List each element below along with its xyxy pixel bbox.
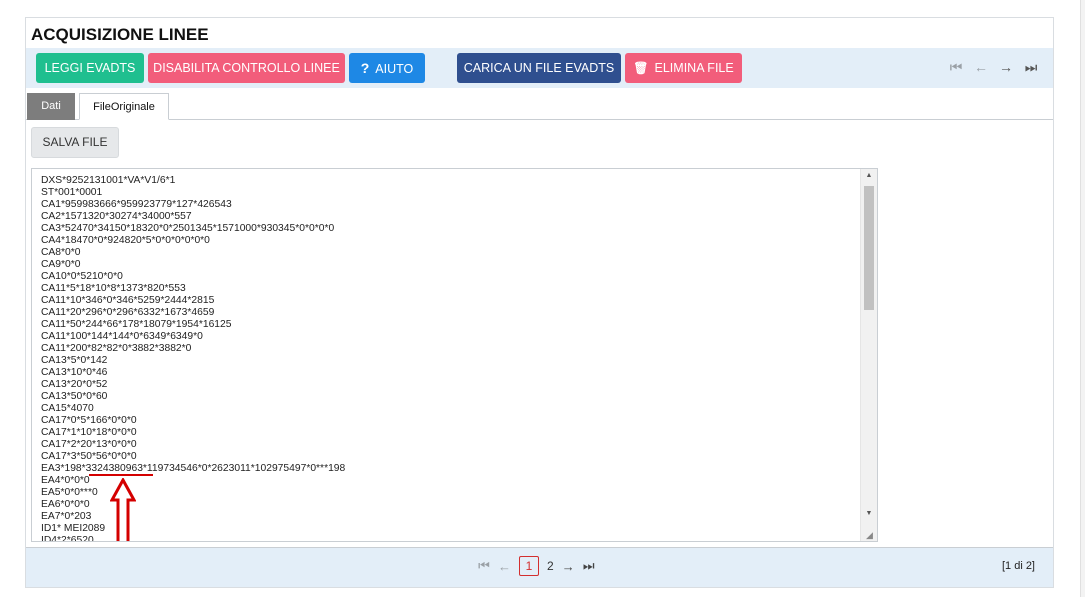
page-title: ACQUISIZIONE LINEE (31, 25, 209, 44)
file-line: EA6*0*0*0 (41, 499, 90, 510)
leggi-evadts-button[interactable]: LEGGI EVADTS (36, 53, 144, 83)
file-line: CA11*100*144*144*0*6349*6349*0 (41, 331, 203, 342)
file-line: CA2*1571320*30274*34000*557 (41, 211, 192, 222)
next-page-icon[interactable]: → (562, 559, 575, 574)
file-line: DXS*9252131001*VA*V1/6*1 (41, 175, 176, 186)
arrow-left-icon[interactable]: ← (973, 59, 989, 76)
scroll-down-icon[interactable]: ▼ (861, 507, 877, 521)
file-line: CA10*0*5210*0*0 (41, 271, 123, 282)
first-page-icon[interactable]: ⏮︎ (948, 59, 964, 76)
file-line: CA17*3*50*56*0*0*0 (41, 451, 137, 462)
leggi-evadts-label: LEGGI EVADTS (44, 61, 136, 75)
page-current[interactable]: 1 (519, 556, 539, 576)
pagination-footer: ⏮︎ ← 1 2 → ⏭︎ [1 di 2] (26, 547, 1053, 587)
annotation-arrow-icon (110, 478, 136, 541)
file-line: CA13*10*0*46 (41, 367, 108, 378)
last-page-icon[interactable]: ⏭︎ (583, 558, 595, 574)
file-line: ID1* MEI2089 (41, 523, 106, 534)
first-page-icon[interactable]: ⏮︎ (478, 558, 490, 574)
help-icon: ? (360, 60, 370, 76)
toolbar: LEGGI EVADTS DISABILITA CONTROLLO LINEE … (26, 48, 1053, 88)
annotation-underline (89, 474, 153, 476)
pager: ⏮︎ ← 1 2 → ⏭︎ (478, 556, 595, 576)
carica-label: CARICA UN FILE EVADTS (463, 61, 615, 75)
prev-page-icon[interactable]: ← (498, 559, 511, 574)
arrow-right-icon[interactable]: → (998, 59, 1014, 76)
file-line: ST*001*0001 (41, 187, 103, 198)
file-line: CA17*1*10*18*0*0*0 (41, 427, 137, 438)
file-line: CA13*5*0*142 (41, 355, 108, 366)
scroll-up-icon[interactable]: ▲ (861, 169, 877, 183)
acquisizione-linee-panel: ACQUISIZIONE LINEE LEGGI EVADTS DISABILI… (25, 17, 1054, 588)
trash-icon: 🗑 (633, 61, 649, 75)
vertical-scrollbar[interactable]: ▲ ▼ (860, 169, 877, 541)
aiuto-label: AIUTO (375, 62, 414, 76)
file-line: CA11*200*82*82*0*3882*3882*0 (41, 343, 192, 354)
file-line: CA15*4070 (41, 403, 94, 414)
file-line: CA17*2*20*13*0*0*0 (41, 439, 137, 450)
last-page-icon[interactable]: ⏭︎ (1023, 59, 1039, 76)
file-line: CA11*5*18*10*8*1373*820*553 (41, 283, 186, 294)
page-info: [1 di 2] (1001, 560, 1035, 572)
file-line: CA13*20*0*52 (41, 379, 108, 390)
file-line: CA8*0*0 (41, 247, 81, 258)
elimina-label: ELIMINA FILE (654, 61, 734, 75)
page-2-link[interactable]: 2 (547, 559, 554, 573)
file-line: EA3*198*3324380963*119734546*0*2623011*1… (41, 463, 346, 474)
disabilita-controllo-linee-button[interactable]: DISABILITA CONTROLLO LINEE (148, 53, 345, 83)
file-line: ID4*2*6520 (41, 535, 94, 542)
file-lines: DXS*9252131001*VA*V1/6*1 ST*001*0001 CA1*9… (41, 175, 346, 542)
carica-file-evadts-button[interactable]: CARICA UN FILE EVADTS (457, 53, 621, 83)
disabilita-label: DISABILITA CONTROLLO LINEE (153, 61, 340, 75)
aiuto-button[interactable]: ? AIUTO (349, 53, 425, 83)
file-content-textarea[interactable]: DXS*9252131001*VA*V1/6*1 ST*001*0001 CA1*9… (31, 168, 878, 542)
file-line: CA3*52470*34150*18320*0*2501345*1571000*… (41, 223, 335, 234)
file-line: CA4*18470*0*924820*5*0*0*0*0*0*0 (41, 235, 210, 246)
salva-file-button[interactable]: SALVA FILE (31, 127, 119, 158)
scrollbar-thumb[interactable] (864, 186, 874, 310)
record-navigation: ⏮︎ ← → ⏭︎ (948, 59, 1039, 76)
file-line: CA11*20*296*0*296*6332*1673*4659 (41, 307, 215, 318)
elimina-file-button[interactable]: 🗑 ELIMINA FILE (625, 53, 742, 83)
file-originale-content: SALVA FILE DXS*9252131001*VA*V1/6*1 ST*00… (26, 121, 1053, 547)
file-line: CA1*959983666*959923779*127*426543 (41, 199, 232, 210)
tab-dati[interactable]: Dati (27, 93, 75, 120)
window-edge (1080, 0, 1085, 597)
file-line: CA11*50*244*66*178*18079*1954*16125 (41, 319, 232, 330)
tab-bar: Dati FileOriginale (26, 93, 1053, 120)
file-line: CA9*0*0 (41, 259, 81, 270)
tab-file-originale[interactable]: FileOriginale (79, 93, 169, 120)
file-line: EA5*0*0***0 (41, 487, 98, 498)
resize-handle-icon[interactable]: ◢ (866, 530, 876, 540)
file-line: CA17*0*5*166*0*0*0 (41, 415, 137, 426)
file-line: CA11*10*346*0*346*5259*2444*2815 (41, 295, 215, 306)
file-line: CA13*50*0*60 (41, 391, 108, 402)
file-line: EA7*0*203 (41, 511, 92, 522)
file-line: EA4*0*0*0 (41, 475, 90, 486)
